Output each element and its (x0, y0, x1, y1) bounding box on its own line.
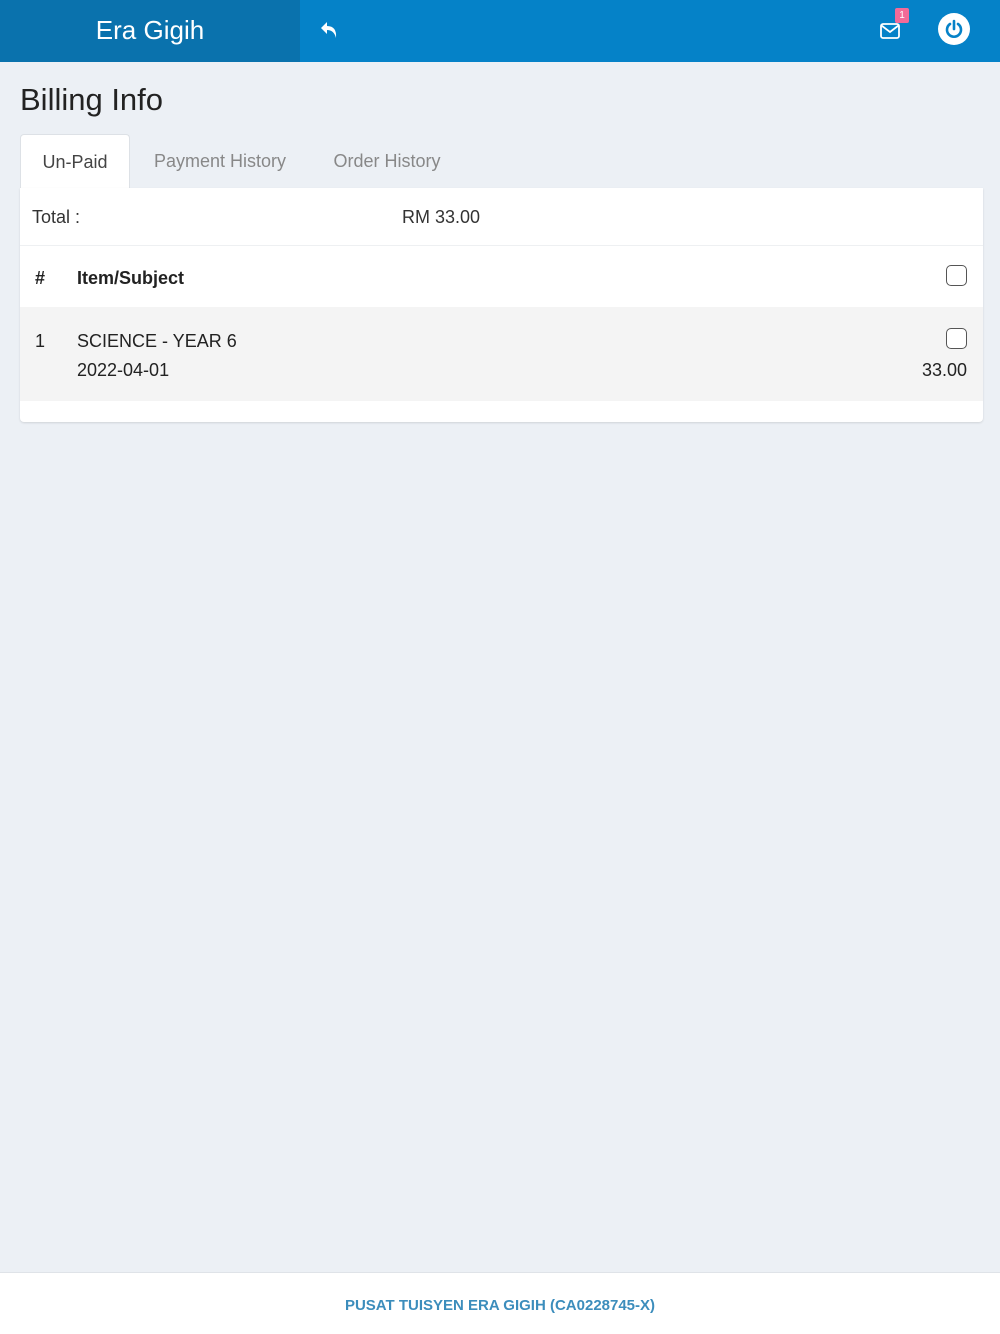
row-subject: SCIENCE - YEAR 6 (77, 331, 237, 351)
power-icon (945, 19, 963, 38)
top-navbar: Era Gigih 1 (0, 0, 1000, 62)
column-header-number: # (35, 268, 46, 288)
page-title: Billing Info (20, 82, 164, 117)
total-label: Total : (32, 207, 81, 227)
row-amount: 33.00 (921, 360, 967, 380)
brand-logo[interactable]: Era Gigih (0, 0, 300, 62)
footer: PUSAT TUISYEN ERA GIGIH (CA0228745-X) (0, 1272, 1000, 1334)
mail-count-badge: 1 (895, 8, 909, 23)
row-number: 1 (35, 331, 46, 351)
tab-order-history[interactable]: Order History (312, 134, 462, 188)
row-date: 2022-04-01 (77, 360, 170, 380)
row-select-checkbox[interactable] (946, 328, 967, 349)
column-header-item: Item/Subject (77, 268, 185, 288)
back-button[interactable] (312, 12, 348, 48)
footer-company-text: PUSAT TUISYEN ERA GIGIH (CA0228745-X) (344, 1297, 656, 1314)
total-value: RM 33.00 (402, 207, 481, 227)
tab-unpaid[interactable]: Un-Paid (20, 134, 130, 188)
tab-payment-history[interactable]: Payment History (136, 134, 304, 188)
table-header: # Item/Subject (20, 245, 983, 307)
logout-button[interactable] (938, 13, 970, 45)
mail-icon (880, 23, 900, 39)
billing-panel: Total : RM 33.00 # Item/Subject 1 SCIENC… (20, 188, 983, 422)
reply-arrow-icon (321, 22, 337, 38)
table-row: 1 SCIENCE - YEAR 6 2022-04-01 33.00 (20, 307, 983, 401)
select-all-checkbox[interactable] (946, 265, 967, 286)
